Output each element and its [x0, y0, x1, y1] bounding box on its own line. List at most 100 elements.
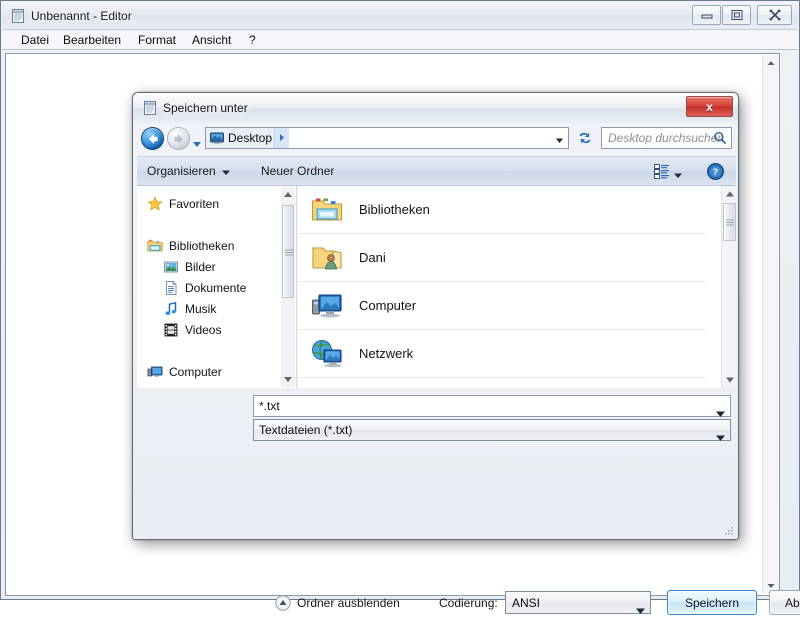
- breadcrumb-separator-button[interactable]: [274, 128, 290, 148]
- notepad-title: Unbenannt - Editor: [31, 9, 132, 23]
- list-item[interactable]: Bibliotheken: [298, 186, 706, 234]
- file-list-scrollbar[interactable]: [721, 186, 736, 388]
- dialog-titlebar[interactable]: Speichern unter x: [133, 93, 738, 123]
- cancel-button[interactable]: Abbrechen: [769, 590, 800, 615]
- chevron-right-icon: [279, 129, 285, 147]
- sidebar-item-favoriten[interactable]: Favoriten: [147, 196, 219, 212]
- videos-icon: [163, 322, 179, 338]
- file-list-pane[interactable]: Bibliotheken Dani Computer Netzwerk: [298, 186, 736, 388]
- notepad-titlebar[interactable]: Unbenannt - Editor: [2, 2, 798, 30]
- encoding-label: Codierung:: [439, 596, 498, 610]
- navigation-pane-scrollbar[interactable]: [281, 187, 295, 387]
- view-list-icon: [654, 164, 669, 184]
- help-icon: ?: [707, 163, 724, 184]
- encoding-select[interactable]: ANSI: [505, 591, 651, 614]
- search-icon: [713, 131, 727, 145]
- library-folder-icon: [311, 194, 343, 226]
- notepad-icon: [142, 100, 158, 116]
- command-bar: Organisieren Neuer Ordner ?: [137, 156, 736, 186]
- organize-label: Organisieren: [147, 164, 216, 178]
- sidebar-item-label: Musik: [185, 302, 217, 316]
- refresh-button[interactable]: [573, 127, 597, 149]
- chevron-down-icon[interactable]: [716, 404, 725, 417]
- network-icon: [311, 338, 343, 370]
- chevron-down-icon[interactable]: [716, 428, 725, 441]
- save-button[interactable]: Speichern: [667, 590, 757, 615]
- organize-button[interactable]: Organisieren: [147, 163, 230, 180]
- close-icon: x: [706, 99, 713, 114]
- list-item[interactable]: Computer: [298, 282, 706, 330]
- new-folder-label: Neuer Ordner: [261, 164, 335, 178]
- back-button[interactable]: [141, 127, 164, 150]
- search-box[interactable]: Desktop durchsuchen: [601, 127, 732, 149]
- sidebar-item-computer[interactable]: Computer: [147, 364, 222, 380]
- minimize-button[interactable]: [692, 5, 721, 25]
- list-item-label: Netzwerk: [359, 346, 414, 361]
- close-button[interactable]: [757, 5, 792, 25]
- maximize-button[interactable]: [722, 5, 751, 25]
- save-button-label: Speichern: [684, 595, 740, 610]
- menu-format[interactable]: Format: [133, 32, 181, 48]
- scroll-up-button[interactable]: [763, 55, 779, 71]
- search-input[interactable]: Desktop durchsuchen: [608, 131, 724, 145]
- hide-folders-label: Ordner ausblenden: [297, 596, 400, 610]
- file-scrollbar-thumb[interactable]: [723, 203, 736, 241]
- breadcrumb-desktop[interactable]: Desktop: [206, 128, 275, 148]
- navigation-pane[interactable]: Favoriten Bibliotheken Bilder Dokumente …: [137, 186, 297, 388]
- chevron-down-icon: [674, 165, 682, 183]
- address-row: Desktop Desktop durchsuchen: [133, 123, 738, 155]
- new-folder-button[interactable]: Neuer Ordner: [261, 163, 334, 180]
- sidebar-item-label: Computer: [169, 365, 222, 379]
- encoding-value: ANSI: [512, 596, 541, 610]
- hide-folders-button[interactable]: Ordner ausblenden: [275, 595, 400, 611]
- library-folder-icon: [147, 238, 163, 254]
- sidebar-item-videos[interactable]: Videos: [163, 322, 221, 338]
- recent-locations-button[interactable]: [192, 135, 202, 147]
- list-item-label: Dani: [359, 250, 386, 265]
- filetype-value: Textdateien (*.txt): [259, 423, 353, 437]
- pictures-icon: [163, 259, 179, 275]
- help-button[interactable]: ?: [707, 163, 724, 180]
- nav-scroll-up-button[interactable]: [281, 187, 295, 201]
- change-view-button[interactable]: [654, 164, 682, 184]
- list-item[interactable]: Dani: [298, 234, 706, 282]
- svg-text:?: ?: [713, 167, 719, 177]
- list-item-label: Computer: [359, 298, 417, 313]
- documents-icon: [163, 280, 179, 296]
- address-dropdown-button[interactable]: [553, 133, 566, 145]
- address-bar[interactable]: Desktop: [205, 127, 569, 149]
- sidebar-item-bilder[interactable]: Bilder: [163, 259, 216, 275]
- menu-datei[interactable]: Datei: [16, 32, 54, 48]
- collapse-up-icon: [275, 595, 291, 611]
- filetype-select[interactable]: Textdateien (*.txt): [253, 419, 731, 441]
- computer-icon: [311, 290, 343, 322]
- sidebar-item-label: Videos: [185, 323, 222, 337]
- menu-bearbeiten[interactable]: Bearbeiten: [58, 32, 126, 48]
- resize-grip-icon[interactable]: [722, 524, 734, 536]
- save-as-dialog: Speichern unter x Desktop Desktop durchs…: [132, 92, 800, 615]
- list-item[interactable]: Netzwerk: [298, 330, 706, 378]
- file-scroll-up-button[interactable]: [722, 186, 736, 202]
- forward-button[interactable]: [167, 127, 190, 150]
- notepad-menubar: Datei Bearbeiten Format Ansicht ?: [2, 30, 798, 50]
- notepad-vertical-scrollbar[interactable]: [762, 55, 779, 594]
- nav-scrollbar-thumb[interactable]: [282, 205, 294, 298]
- sidebar-item-label: Favoriten: [169, 197, 220, 211]
- star-icon: [147, 196, 163, 212]
- music-icon: [163, 301, 179, 317]
- dialog-close-button[interactable]: x: [686, 96, 733, 117]
- dialog-title: Speichern unter: [163, 101, 248, 115]
- sidebar-item-dokumente[interactable]: Dokumente: [163, 280, 246, 296]
- filename-input[interactable]: *.txt: [253, 395, 731, 417]
- sidebar-item-bibliotheken[interactable]: Bibliotheken: [147, 238, 234, 254]
- cancel-button-label: Abbrechen: [784, 595, 800, 610]
- menu-ansicht[interactable]: Ansicht: [187, 32, 236, 48]
- sidebar-item-musik[interactable]: Musik: [163, 301, 216, 317]
- sidebar-item-label: Dokumente: [185, 281, 247, 295]
- menu-hilfe[interactable]: ?: [244, 32, 261, 48]
- desktop-icon: [209, 130, 225, 146]
- file-scroll-down-button[interactable]: [722, 372, 736, 388]
- nav-scroll-down-button[interactable]: [281, 373, 295, 387]
- sidebar-item-label: Bibliotheken: [169, 239, 235, 253]
- chevron-down-icon[interactable]: [636, 601, 645, 614]
